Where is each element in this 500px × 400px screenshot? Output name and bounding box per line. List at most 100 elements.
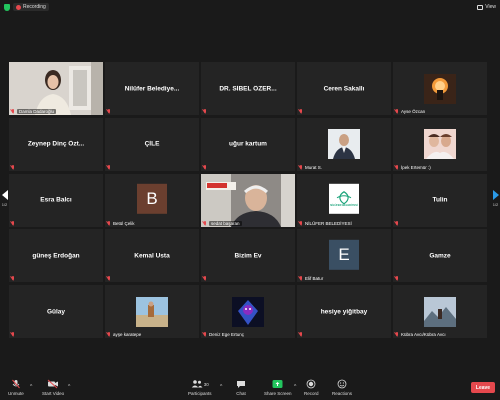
avatar-letter: B <box>146 188 158 208</box>
mic-muted-icon <box>11 276 15 281</box>
reactions-button[interactable]: Reactions <box>332 379 352 396</box>
participant-tile[interactable]: E Elif Batur <box>297 229 391 283</box>
participant-tile[interactable]: Ayse Özcan <box>393 62 487 115</box>
tile-footer <box>11 164 15 170</box>
mic-muted-icon <box>203 109 207 114</box>
participant-tile[interactable]: Murat S. <box>297 117 391 171</box>
participant-display-name: Tulin <box>432 196 448 204</box>
mic-muted-icon <box>203 332 207 337</box>
participant-display-name: Ceren Sakallı <box>323 85 365 92</box>
mic-muted-icon <box>11 220 15 226</box>
logo-leaf-icon <box>336 190 352 205</box>
share-options-caret[interactable]: ^ <box>294 384 296 390</box>
video-options-caret[interactable]: ^ <box>68 384 70 390</box>
participant-display-name: Gülay <box>46 308 66 315</box>
participant-name-label: Ayse Özcan <box>401 109 426 114</box>
mic-muted-icon <box>11 164 15 170</box>
mic-muted-icon <box>107 276 111 281</box>
mic-muted-icon <box>299 109 303 114</box>
participant-name-label: Damla Dadaroğlu <box>17 109 57 114</box>
leave-button[interactable]: Leave <box>471 382 495 393</box>
record-button[interactable]: Record <box>304 379 319 396</box>
mic-muted-icon <box>299 332 303 337</box>
participant-tile[interactable]: güneş Erdoğan <box>9 229 103 283</box>
page-indicator-right: 1/2 <box>492 202 499 207</box>
profile-photo <box>424 73 456 104</box>
participant-tile[interactable]: Bizim Ev <box>201 229 295 283</box>
participant-name-label: Elif Batur <box>305 276 324 282</box>
record-icon <box>306 379 316 389</box>
unmute-button[interactable]: Unmute <box>8 379 24 396</box>
participant-tile[interactable]: Zeynep Dinç Özt... <box>9 117 103 171</box>
participant-tile[interactable]: NİLÜFER BELEDİYESİ NİLÜFER BELEDİYESİ <box>297 173 391 227</box>
participant-tile[interactable]: Gülay <box>9 285 103 338</box>
tile-footer: Deniz Ege Ertunç <box>203 332 244 337</box>
chat-label: Chat <box>236 391 246 396</box>
participant-tile[interactable]: Esra Balcı <box>9 173 103 227</box>
participant-display-name: Esra Balcı <box>40 196 72 204</box>
view-label: View <box>485 4 496 10</box>
participants-button[interactable]: 30 Participants <box>188 379 212 396</box>
next-page-button[interactable]: 1/2 <box>491 190 500 207</box>
profile-photo <box>424 129 456 160</box>
participant-name-label: Betül Çelik <box>113 220 135 226</box>
mic-muted-icon <box>299 220 303 226</box>
share-screen-icon <box>272 379 283 389</box>
tile-footer <box>395 276 399 281</box>
participant-tile[interactable]: DR. SİBEL ÖZER... <box>201 62 295 115</box>
participant-tile[interactable]: ÇİLE <box>105 117 199 171</box>
profile-photo <box>424 296 456 327</box>
tile-footer <box>299 109 303 114</box>
chat-button[interactable]: Chat <box>236 379 246 396</box>
participant-display-name: Kemal Usta <box>134 252 170 260</box>
participant-tile[interactable]: Nilüfer Belediye... <box>105 62 199 115</box>
mic-muted-icon <box>11 109 15 114</box>
participant-display-name: Gamze <box>429 252 451 260</box>
tile-footer: NİLÜFER BELEDİYESİ <box>299 220 352 226</box>
participants-options-caret[interactable]: ^ <box>220 384 222 390</box>
view-button[interactable]: View <box>477 4 496 10</box>
letter-avatar: B <box>137 183 167 214</box>
participant-video <box>9 62 103 115</box>
mic-muted-icon <box>11 332 15 337</box>
participant-tile[interactable]: Kemal Usta <box>105 229 199 283</box>
participant-tile[interactable]: hesiye yiğitbay <box>297 285 391 338</box>
participant-tile[interactable]: Damla Dadaroğlu <box>9 62 103 115</box>
security-shield-icon[interactable] <box>4 3 10 11</box>
participants-label: Participants <box>188 391 212 396</box>
participants-icon-wrap: 30 <box>191 379 209 389</box>
share-screen-button[interactable]: Share Screen <box>264 379 292 396</box>
participant-tile[interactable]: ayşe karatepe <box>105 285 199 338</box>
start-video-button[interactable]: Start Video <box>42 379 64 396</box>
participant-tile[interactable]: Gamze <box>393 229 487 283</box>
mic-muted-icon <box>299 276 303 281</box>
tile-footer <box>11 276 15 281</box>
participant-tile[interactable]: Tulin <box>393 173 487 227</box>
participant-tile[interactable]: B Betül Çelik <box>105 173 199 227</box>
tile-footer <box>299 332 303 337</box>
avatar-letter: E <box>338 244 350 264</box>
participant-tile[interactable]: uğur kartum <box>201 117 295 171</box>
participant-tile[interactable]: Kübra Avcı/Kübra Avcı <box>393 285 487 338</box>
tile-footer: Murat S. <box>299 164 323 170</box>
tile-footer <box>203 164 207 170</box>
participant-tile[interactable]: Ceren Sakallı <box>297 62 391 115</box>
participant-tile[interactable]: sedat başaran <box>201 173 295 227</box>
participant-display-name: Zeynep Dinç Özt... <box>27 140 85 148</box>
participant-name-label: Murat S. <box>305 164 323 170</box>
previous-page-button[interactable]: 1/2 <box>0 190 9 207</box>
chevron-left-icon <box>1 190 8 200</box>
page-indicator-left: 1/2 <box>1 202 8 207</box>
profile-photo <box>136 296 168 327</box>
chevron-right-icon <box>492 190 499 200</box>
mic-muted-icon <box>395 276 399 281</box>
tile-footer: İpek Ertemür :) <box>395 164 431 170</box>
tile-footer: ayşe karatepe <box>107 332 141 337</box>
participant-tile[interactable]: İpek Ertemür :) <box>393 117 487 171</box>
tile-footer: Betül Çelik <box>107 220 135 226</box>
recording-indicator[interactable]: Recording <box>13 3 49 11</box>
participant-video <box>201 173 295 227</box>
audio-options-caret[interactable]: ^ <box>30 384 32 390</box>
mic-muted-icon <box>107 164 111 170</box>
participant-tile[interactable]: Deniz Ege Ertunç <box>201 285 295 338</box>
